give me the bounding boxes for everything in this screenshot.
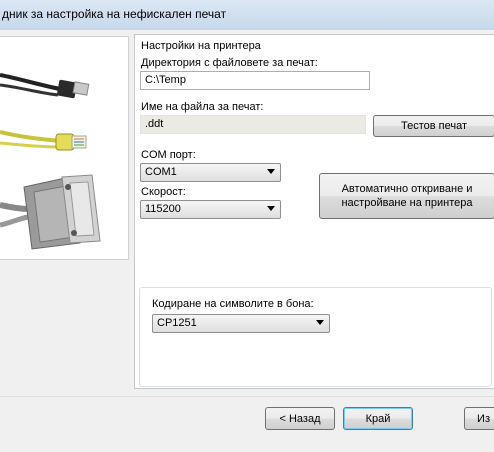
usb-cable-icon (0, 73, 90, 99)
speed-select[interactable]: 115200 (140, 200, 281, 219)
back-button[interactable]: < Назад (265, 407, 335, 430)
parallel-cable-icon (0, 174, 101, 250)
test-print-button[interactable]: Тестов печат (373, 115, 494, 137)
title-bar: дник за настройка на нефискален печат (0, 0, 494, 31)
speed-value: 115200 (145, 203, 181, 215)
encoding-select[interactable]: CP1251 (152, 314, 330, 333)
directory-label: Директория с файловете за печат: (141, 57, 318, 69)
com-port-label: COM порт: (141, 149, 196, 161)
wizard-dialog: Настройки на принтера Директория с файло… (0, 30, 494, 452)
window-title: дник за настройка на нефискален печат (2, 7, 227, 21)
chevron-down-icon (267, 206, 275, 211)
chevron-down-icon (267, 169, 275, 174)
cables-icon (0, 73, 101, 250)
chevron-down-icon (316, 320, 324, 325)
cancel-button[interactable]: Из (464, 407, 494, 430)
com-port-select[interactable]: COM1 (140, 163, 281, 182)
printer-settings-heading: Настройки на принтера (141, 40, 261, 52)
com-port-value: COM1 (145, 166, 177, 178)
encoding-groupbox: Кодиране на символите в бона: CP1251 (139, 287, 492, 387)
cables-image-panel (0, 36, 129, 260)
printer-settings-panel: Настройки на принтера Директория с файло… (134, 34, 494, 389)
filename-input[interactable]: .ddt (140, 115, 366, 134)
directory-input[interactable]: C:\Temp (140, 71, 370, 90)
speed-label: Скорост: (141, 186, 186, 198)
finish-button[interactable]: Край (343, 407, 413, 430)
footer-divider (0, 396, 494, 397)
ethernet-cable-icon (0, 130, 87, 151)
encoding-label: Кодиране на символите в бона: (152, 298, 314, 310)
encoding-value: CP1251 (157, 317, 197, 329)
filename-label: Име на файла за печат: (141, 101, 264, 113)
auto-detect-printer-button[interactable]: Автоматично откриване и настройване на п… (319, 173, 494, 219)
